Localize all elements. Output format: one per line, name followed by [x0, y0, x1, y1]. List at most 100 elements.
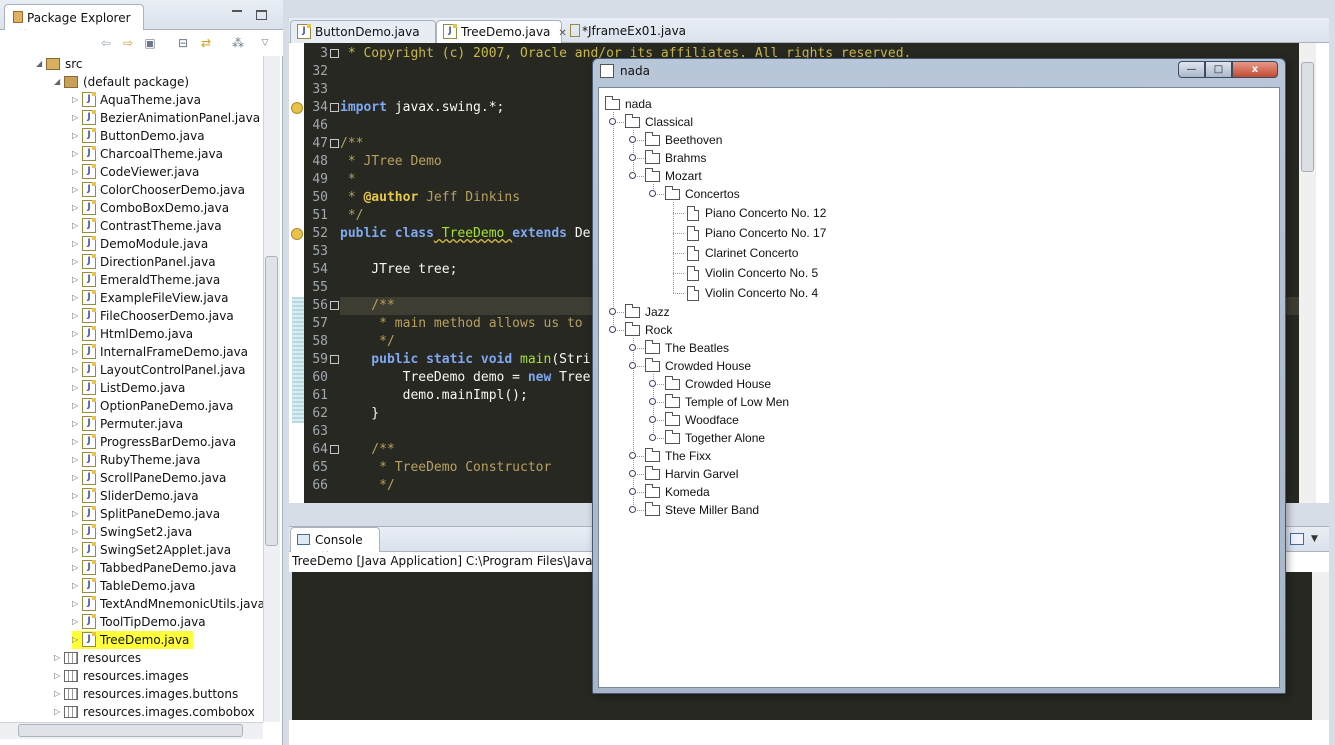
- tree-node-mozart[interactable]: Mozart: [645, 167, 702, 185]
- collapsed-icon[interactable]: ▷: [72, 343, 82, 361]
- tree-node-artist[interactable]: Harvin Garvel: [645, 465, 738, 483]
- collapsed-icon[interactable]: ▷: [72, 469, 82, 487]
- expanded-handle-icon[interactable]: [629, 172, 636, 179]
- tree-item-java-file[interactable]: ▷ J DemoModule.java: [72, 235, 208, 253]
- fold-toggle-icon[interactable]: [330, 445, 339, 454]
- tree-item-java-file[interactable]: ▷ J ToolTipDemo.java: [72, 613, 206, 631]
- tree-node-brahms[interactable]: Brahms: [645, 149, 706, 167]
- collapsed-icon[interactable]: ▷: [72, 289, 82, 307]
- collapsed-handle-icon[interactable]: [649, 416, 656, 423]
- collapsed-icon[interactable]: ▷: [72, 271, 82, 289]
- collapsed-handle-icon[interactable]: [629, 452, 636, 459]
- tree-node-artist[interactable]: The Fixx: [645, 447, 711, 465]
- tree-item-java-file[interactable]: ▷ J TabbedPaneDemo.java: [72, 559, 236, 577]
- collapsed-handle-icon[interactable]: [629, 506, 636, 513]
- tree-node-album[interactable]: Woodface: [665, 411, 739, 429]
- collapsed-icon[interactable]: ▷: [72, 253, 82, 271]
- tree-item-java-file[interactable]: ▷ J OptionPaneDemo.java: [72, 397, 234, 415]
- collapsed-icon[interactable]: ▷: [72, 415, 82, 433]
- collapsed-icon[interactable]: ▷: [72, 109, 82, 127]
- fold-toggle-icon[interactable]: [330, 139, 339, 148]
- tree-node-concertos[interactable]: Concertos: [665, 185, 740, 203]
- tree-item-java-file[interactable]: ▷ J Permuter.java: [72, 415, 183, 433]
- collapsed-icon[interactable]: ▷: [72, 91, 82, 109]
- tree-item-java-file[interactable]: ▷ J SwingSet2Applet.java: [72, 541, 231, 559]
- collapsed-icon[interactable]: ▷: [72, 505, 82, 523]
- tree-item-default-package[interactable]: ◢ (default package): [54, 73, 189, 91]
- collapsed-icon[interactable]: ▷: [72, 199, 82, 217]
- tree-leaf[interactable]: Piano Concerto No. 17: [685, 224, 826, 242]
- collapsed-handle-icon[interactable]: [629, 154, 636, 161]
- tree-item-java-file[interactable]: ▷ J CharcoalTheme.java: [72, 145, 223, 163]
- tree-item-java-file[interactable]: ▷ J TableDemo.java: [72, 577, 195, 595]
- fold-toggle-icon[interactable]: [330, 355, 339, 364]
- collapsed-icon[interactable]: ▷: [54, 685, 64, 703]
- expanded-handle-icon[interactable]: [629, 362, 636, 369]
- scrollbar-thumb[interactable]: [265, 256, 278, 546]
- tree-item-java-file[interactable]: ▷ J RubyTheme.java: [72, 451, 200, 469]
- tree-leaf[interactable]: Clarinet Concerto: [685, 244, 798, 262]
- collapsed-handle-icon[interactable]: [629, 344, 636, 351]
- tree-node-beatles[interactable]: The Beatles: [645, 339, 729, 357]
- collapsed-icon[interactable]: ▷: [72, 397, 82, 415]
- tree-node-album[interactable]: Temple of Low Men: [665, 393, 789, 411]
- collapsed-icon[interactable]: ▷: [72, 217, 82, 235]
- scrollbar-thumb[interactable]: [18, 724, 243, 737]
- tree-item-java-file[interactable]: ▷ J BezierAnimationPanel.java: [72, 109, 260, 127]
- tree-item-resources-images-combobox[interactable]: ▷ resources.images.combobox: [54, 703, 255, 721]
- tab-buttondemo[interactable]: J ButtonDemo.java: [290, 20, 436, 43]
- tree-item-java-file[interactable]: ▷ J InternalFrameDemo.java: [72, 343, 248, 361]
- minimize-button[interactable]: —: [1178, 61, 1205, 78]
- tree-item-java-file[interactable]: ▷ J SwingSet2.java: [72, 523, 192, 541]
- collapsed-icon[interactable]: ▷: [72, 235, 82, 253]
- tree-item-resources-images[interactable]: ▷ resources.images: [54, 667, 189, 685]
- collapsed-icon[interactable]: ▷: [72, 127, 82, 145]
- tree-node-artist[interactable]: Komeda: [645, 483, 710, 501]
- collapsed-icon[interactable]: ▷: [54, 703, 64, 721]
- collapsed-handle-icon[interactable]: [649, 434, 656, 441]
- tree-item-src[interactable]: ◢ src: [36, 55, 83, 73]
- tree-leaf[interactable]: Piano Concerto No. 12: [685, 204, 826, 222]
- collapsed-icon[interactable]: ▷: [54, 649, 64, 667]
- tree-leaf[interactable]: Violin Concerto No. 4: [685, 284, 818, 302]
- package-explorer-tab[interactable]: Package Explorer ✕: [4, 4, 144, 39]
- tree-item-java-file[interactable]: ▷ J ExampleFileView.java: [72, 289, 228, 307]
- minimize-view-icon[interactable]: [232, 8, 242, 12]
- tree-item-java-file[interactable]: ▷ J TreeDemo.java: [72, 631, 194, 649]
- collapsed-handle-icon[interactable]: [629, 488, 636, 495]
- expanded-icon[interactable]: ◢: [54, 73, 64, 91]
- tree-item-java-file[interactable]: ▷ J ScrollPaneDemo.java: [72, 469, 226, 487]
- tree-item-java-file[interactable]: ▷ J ListDemo.java: [72, 379, 185, 397]
- tree-item-java-file[interactable]: ▷ J AquaTheme.java: [72, 91, 201, 109]
- tree-item-java-file[interactable]: ▷ J ContrastTheme.java: [72, 217, 222, 235]
- collapsed-icon[interactable]: ▷: [72, 451, 82, 469]
- tree-item-resources-images-buttons[interactable]: ▷ resources.images.buttons: [54, 685, 238, 703]
- fold-toggle-icon[interactable]: [330, 49, 339, 58]
- link-with-editor-icon[interactable]: ⇄: [198, 36, 214, 50]
- tree-node-album[interactable]: Crowded House: [665, 375, 771, 393]
- collapsed-handle-icon[interactable]: [609, 308, 616, 315]
- tree-item-resources[interactable]: ▷ resources: [54, 649, 141, 667]
- fold-toggle-icon[interactable]: [330, 301, 339, 310]
- tree-item-java-file[interactable]: ▷ J ProgressBarDemo.java: [72, 433, 236, 451]
- collapsed-icon[interactable]: ▷: [72, 541, 82, 559]
- back-arrow-icon[interactable]: ⇦: [98, 36, 114, 50]
- view-menu-icon[interactable]: ▽: [257, 36, 273, 50]
- collapsed-handle-icon[interactable]: [629, 136, 636, 143]
- collapsed-icon[interactable]: ▷: [72, 163, 82, 181]
- collapsed-icon[interactable]: ▷: [72, 325, 82, 343]
- collapsed-icon[interactable]: ▷: [72, 361, 82, 379]
- collapsed-icon[interactable]: ▷: [72, 613, 82, 631]
- tree-node-artist[interactable]: Steve Miller Band: [645, 501, 759, 519]
- collapsed-icon[interactable]: ▷: [72, 181, 82, 199]
- expanded-handle-icon[interactable]: [609, 326, 616, 333]
- tree-item-java-file[interactable]: ▷ J SliderDemo.java: [72, 487, 199, 505]
- collapsed-icon[interactable]: ▷: [72, 595, 82, 613]
- tree-node-classical[interactable]: Classical: [625, 113, 693, 131]
- filters-icon[interactable]: ⁂: [230, 36, 246, 50]
- tree-node-jazz[interactable]: Jazz: [625, 303, 670, 321]
- tree-item-java-file[interactable]: ▷ J FileChooserDemo.java: [72, 307, 234, 325]
- maximize-button[interactable]: □: [1205, 61, 1232, 78]
- tree-item-java-file[interactable]: ▷ J EmeraldTheme.java: [72, 271, 220, 289]
- tab-jframeex01[interactable]: *JframeEx01.java: [562, 20, 692, 43]
